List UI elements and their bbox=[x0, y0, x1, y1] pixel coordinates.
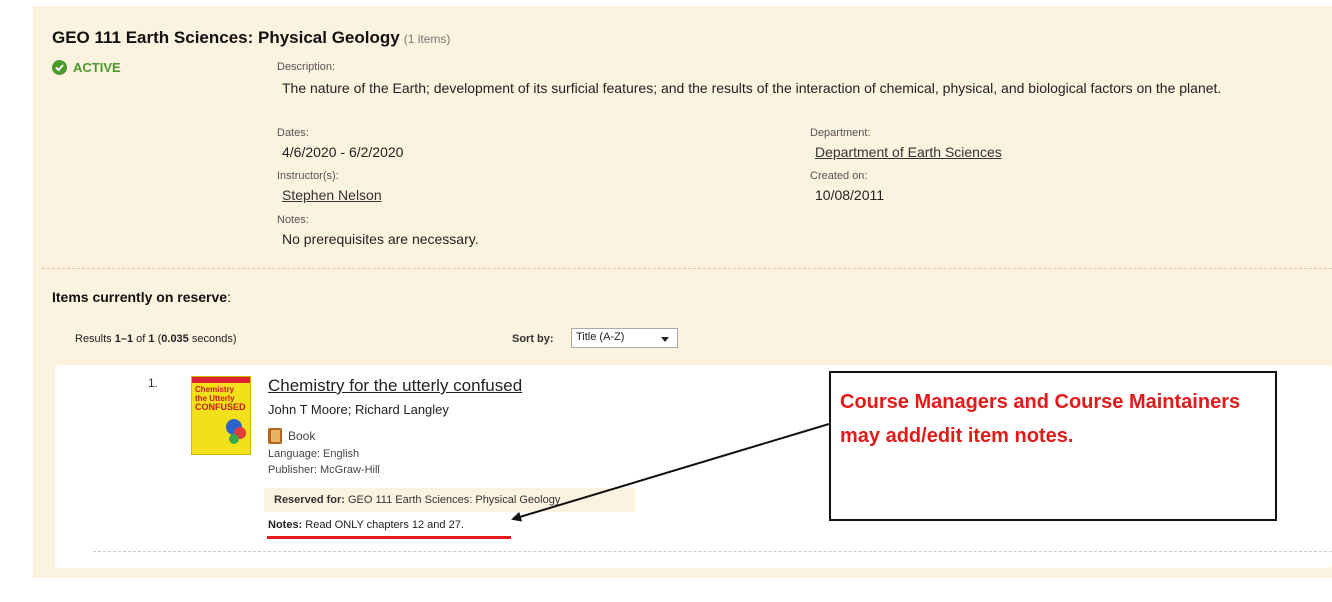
arrow-line bbox=[511, 423, 830, 522]
annotation-arrow bbox=[511, 423, 830, 522]
